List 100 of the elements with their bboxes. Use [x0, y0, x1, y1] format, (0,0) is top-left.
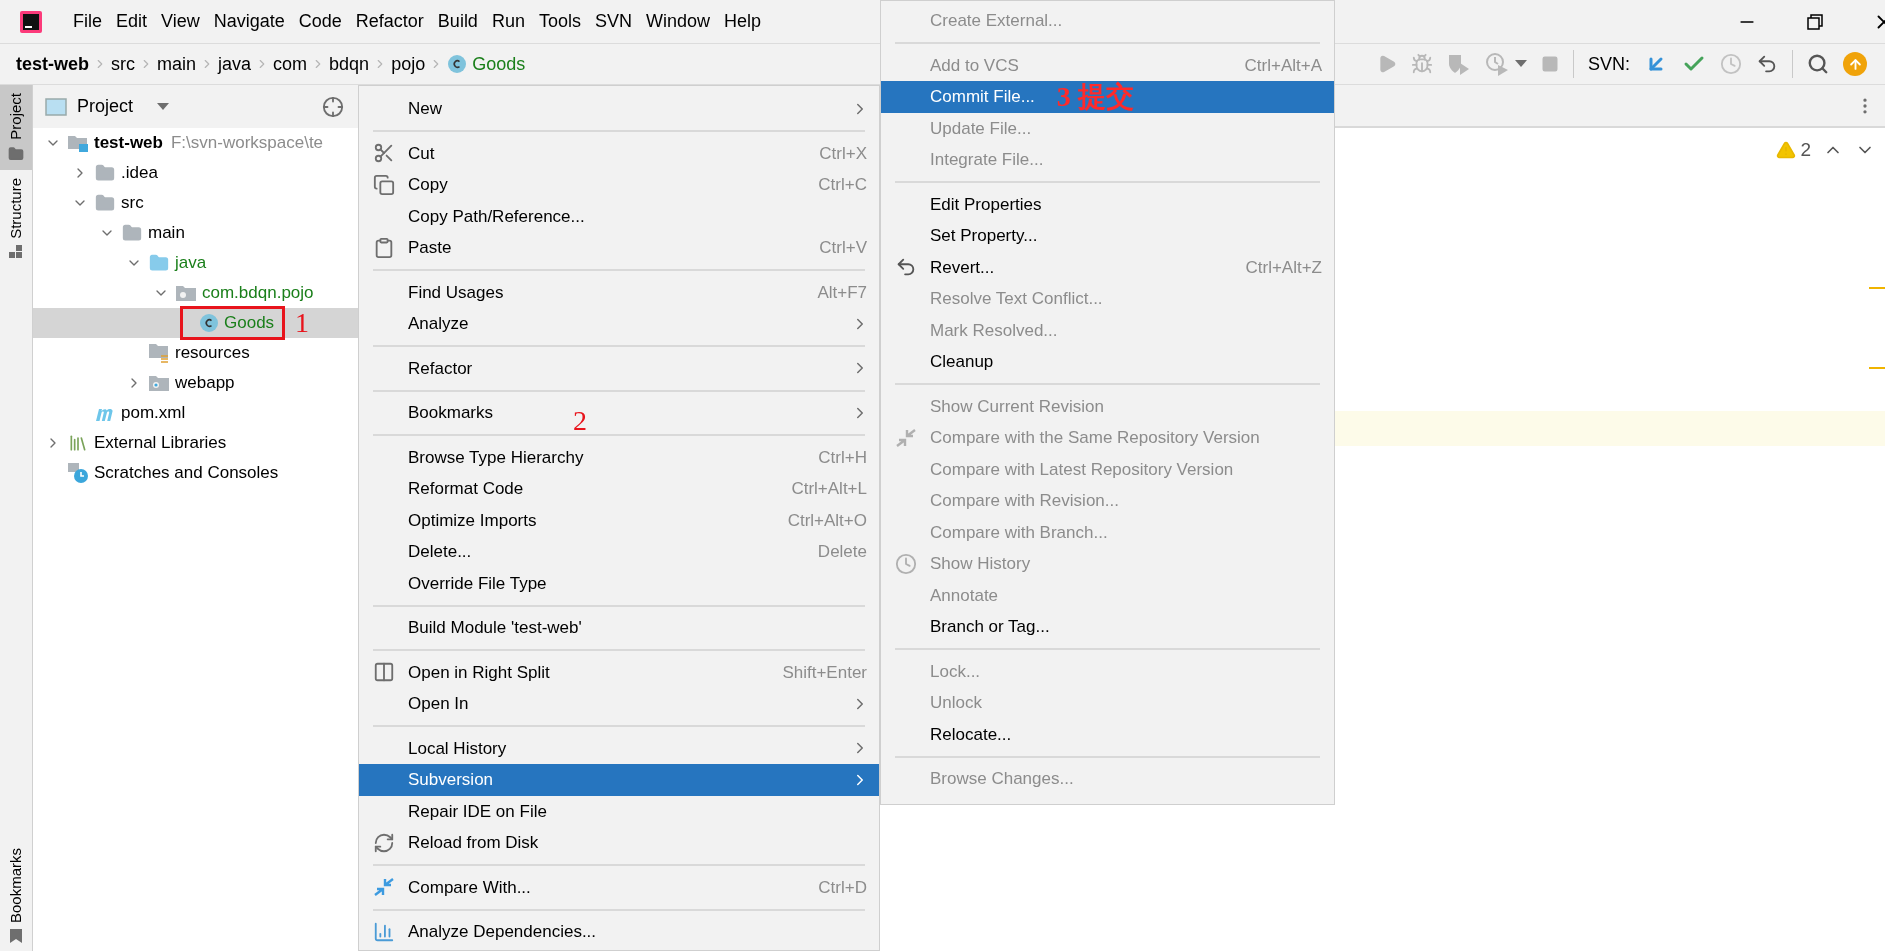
menu-bar-item[interactable]: Edit	[109, 8, 155, 35]
tree-row[interactable]: pom.xml	[33, 398, 358, 428]
rollback-icon[interactable]	[1756, 53, 1778, 75]
folder-icon	[94, 163, 116, 183]
resources-folder-icon	[148, 342, 170, 364]
menu-bar-item[interactable]: Build	[430, 8, 485, 35]
tree-row[interactable]: com.bdqn.pojo	[33, 278, 358, 308]
menu-item[interactable]: Edit Properties	[881, 188, 1334, 220]
menu-bar-item[interactable]: Tools	[531, 8, 588, 35]
menu-item[interactable]: Branch or Tag...	[881, 611, 1334, 643]
shortcut-label: Delete	[817, 541, 867, 563]
menu-item[interactable]: Override File Type	[359, 567, 879, 599]
tool-window-tab[interactable]: Project	[0, 85, 32, 170]
scratches-icon	[67, 462, 89, 484]
breadcrumb-item[interactable]: bdqn	[329, 50, 370, 78]
menu-item[interactable]: Relocate...	[881, 718, 1334, 750]
path-hint: F:\svn-workspace\te	[170, 132, 324, 155]
breadcrumb-item[interactable]: Goods	[472, 50, 526, 78]
module-folder-icon	[67, 133, 89, 153]
warning-marker[interactable]	[1869, 287, 1885, 289]
annotation-label: 1	[295, 309, 310, 337]
menu-item[interactable]: Reformat Code Ctrl+Alt+L	[359, 473, 879, 505]
tree-item-label: test-web	[94, 132, 163, 155]
restore-icon[interactable]	[1807, 13, 1823, 30]
menu-bar-item[interactable]: File	[66, 8, 109, 35]
app-logo	[20, 10, 42, 33]
menu-item[interactable]: Build Module 'test-web'	[359, 612, 879, 644]
menu-item[interactable]: Set Property...	[881, 220, 1334, 252]
search-icon[interactable]	[1807, 53, 1829, 75]
menu-bar-item[interactable]: Refactor	[348, 8, 431, 35]
shortcut-label: Ctrl+D	[818, 876, 867, 899]
menu-bar-item[interactable]: Help	[717, 8, 769, 35]
tree-row[interactable]: src	[33, 188, 358, 218]
menu-item[interactable]: Revert... Ctrl+Alt+Z	[881, 251, 1334, 283]
menu-item[interactable]: Local History	[359, 732, 879, 764]
tree-row[interactable]: webapp	[33, 368, 358, 398]
menu-item[interactable]: Find Usages Alt+F7	[359, 276, 879, 308]
menu-item[interactable]: Paste Ctrl+V	[359, 232, 879, 264]
tree-item-label: main	[148, 222, 185, 245]
breadcrumb-item[interactable]: test-web	[16, 50, 89, 78]
warning-marker[interactable]	[1869, 367, 1885, 369]
annotation-label: 3 提交	[1056, 82, 1134, 111]
tree-row[interactable]: Goods 1	[33, 308, 358, 338]
panel-title[interactable]: Project	[77, 93, 134, 120]
tree-row[interactable]: resources	[33, 338, 358, 368]
shortcut-label: Ctrl+Alt+O	[787, 509, 867, 532]
tree-item-label: Scratches and Consoles	[94, 462, 279, 485]
menu-item[interactable]: Subversion	[359, 764, 879, 796]
menu-item[interactable]: Analyze Dependencies...	[359, 916, 879, 948]
shortcut-label: Ctrl+C	[818, 174, 867, 196]
menu-item[interactable]: Analyze	[359, 308, 879, 340]
menu-item[interactable]: Repair IDE on File	[359, 795, 879, 827]
menu-bar-item[interactable]: Window	[638, 8, 717, 35]
menu-item[interactable]: Cleanup	[881, 346, 1334, 378]
tree-row[interactable]: .idea	[33, 158, 358, 188]
locate-icon[interactable]	[322, 95, 344, 118]
folder-icon	[121, 223, 143, 243]
menu-item[interactable]: Optimize Imports Ctrl+Alt+O	[359, 504, 879, 536]
tool-window-tab[interactable]: Structure	[0, 169, 32, 267]
menu-item[interactable]: Copy Path/Reference...	[359, 200, 879, 232]
folder-icon	[94, 193, 116, 213]
shortcut-label: Ctrl+Alt+A	[1244, 54, 1322, 77]
package-icon	[175, 283, 197, 303]
menu-item[interactable]: Open In	[359, 688, 879, 720]
menu-item[interactable]: Browse Type Hierarchy Ctrl+H	[359, 441, 879, 473]
tree-row[interactable]: test-web F:\svn-workspace\te	[33, 128, 358, 158]
class-icon	[199, 313, 219, 333]
breadcrumb-item[interactable]: com	[273, 50, 308, 78]
breadcrumb-item[interactable]: java	[218, 50, 252, 78]
compare-icon	[894, 426, 917, 449]
tree-row[interactable]: Scratches and Consoles	[33, 458, 358, 488]
menu-item[interactable]: Refactor	[359, 352, 879, 384]
dropdown-caret-icon[interactable]	[157, 102, 170, 111]
menu-item[interactable]: Reload from Disk	[359, 827, 879, 859]
tree-row[interactable]: External Libraries	[33, 428, 358, 458]
breadcrumb-item[interactable]: pojo	[391, 50, 426, 78]
warning-count[interactable]: 2	[1800, 136, 1811, 165]
menu-item[interactable]: New	[359, 93, 879, 125]
breadcrumb-item[interactable]: src	[111, 50, 135, 78]
breadcrumb-item[interactable]: main	[157, 50, 197, 78]
shortcut-label: Alt+F7	[817, 281, 867, 304]
menu-bar-item[interactable]: Run	[484, 8, 532, 35]
menu-item[interactable]: Compare With... Ctrl+D	[359, 871, 879, 903]
class-icon	[447, 54, 468, 74]
menu-item[interactable]: Commit File... 3 提交	[881, 81, 1334, 113]
menu-item[interactable]: Cut Ctrl+X	[359, 137, 879, 169]
tree-row[interactable]: java	[33, 248, 358, 278]
menu-item[interactable]: Copy Ctrl+C	[359, 169, 879, 201]
tool-window-tab[interactable]: Bookmarks	[0, 839, 32, 951]
tree-item-label: External Libraries	[94, 432, 227, 455]
menu-bar-item[interactable]: SVN	[587, 8, 639, 35]
menu-item[interactable]: Delete... Delete	[359, 536, 879, 568]
menu-bar-item[interactable]: View	[154, 8, 207, 35]
menu-item[interactable]: Open in Right Split Shift+Enter	[359, 656, 879, 688]
dropdown-caret-icon[interactable]	[1515, 60, 1527, 68]
split-icon	[372, 661, 395, 684]
compare-icon	[372, 876, 395, 899]
tree-row[interactable]: main	[33, 218, 358, 248]
menu-bar-item[interactable]: Code	[291, 8, 349, 35]
menu-bar-item[interactable]: Navigate	[206, 8, 292, 35]
